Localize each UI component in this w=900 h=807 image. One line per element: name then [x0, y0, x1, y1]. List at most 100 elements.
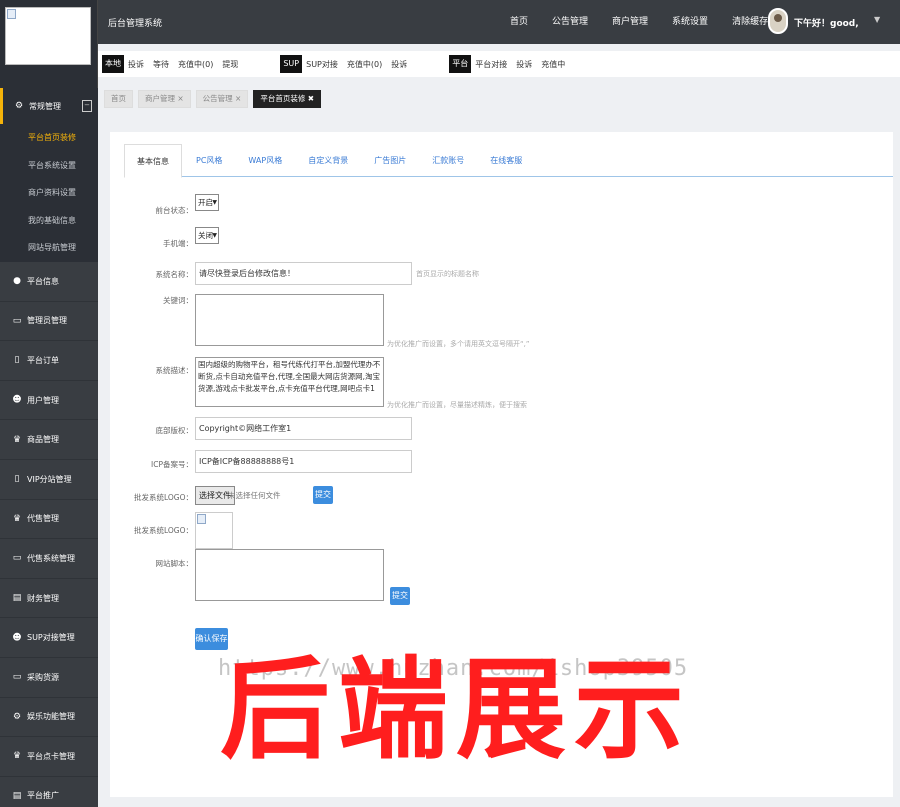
- sidebar-item-cards[interactable]: ♛ 平台点卡管理: [0, 737, 98, 777]
- top-bar: 后台管理系统 首页 公告管理 商户管理 系统设置 清除缓存 下午好！good, …: [98, 0, 900, 44]
- tab-remit-account[interactable]: 汇款账号: [420, 144, 476, 176]
- quick-link-platform-connect[interactable]: 平台对接: [475, 59, 507, 70]
- user-icon: ☻: [12, 395, 22, 406]
- cup-icon: ♛: [12, 434, 22, 445]
- logo-upload-button[interactable]: 提交: [313, 486, 333, 504]
- quick-link-sup-connect[interactable]: SUP对接: [306, 59, 338, 70]
- quick-link-platform-complaints[interactable]: 投诉: [516, 59, 532, 70]
- sidebar-item-sup[interactable]: ☻ SUP对接管理: [0, 618, 98, 658]
- copyright-label: 底部版权：: [155, 426, 194, 435]
- sidebar-item-entertainment[interactable]: ⚙ 娱乐功能管理: [0, 698, 98, 738]
- sidebar-item-products[interactable]: ♛ 商品管理: [0, 420, 98, 460]
- avatar[interactable]: [768, 8, 788, 34]
- status-label: 前台状态：: [155, 206, 194, 215]
- no-file-text: 未选择任何文件: [228, 491, 281, 500]
- sidebar-item-admins[interactable]: ▭ 管理员管理: [0, 302, 98, 342]
- gear-icon: ⚙: [14, 101, 24, 111]
- quick-link-withdraw[interactable]: 提现: [222, 59, 238, 70]
- top-nav: 首页 公告管理 商户管理 系统设置 清除缓存: [498, 0, 780, 44]
- submenu-my-info[interactable]: 我的基础信息: [0, 207, 98, 235]
- quick-link-platform-charging[interactable]: 充值中: [541, 59, 565, 70]
- mobile-label: 手机端：: [163, 239, 193, 248]
- nav-merchants[interactable]: 商户管理: [600, 0, 660, 44]
- sidebar-item-finance[interactable]: ▤ 财务管理: [0, 579, 98, 619]
- tab-custom-bg[interactable]: 自定义背景: [296, 144, 360, 176]
- promo-banner-text: 后端展示: [220, 646, 692, 774]
- sidebar-group-general[interactable]: ⚙ 常规管理 −: [0, 88, 98, 124]
- sidebar-item-vip-stations[interactable]: ▯ VIP分站管理: [0, 460, 98, 500]
- quick-links-bar: 本地 投诉 等待 充值中(0) 提现 SUP SUP对接 充值中(0) 投诉 平…: [98, 51, 900, 77]
- site-name-label: 系统名称：: [155, 270, 194, 279]
- script-submit-button[interactable]: 提交: [390, 587, 410, 605]
- logo-image: [5, 7, 91, 65]
- quick-link-sup-charging[interactable]: 充值中(0): [347, 59, 382, 70]
- wallet-icon: ▤: [12, 790, 22, 801]
- sidebar-item-label: 采购货源: [27, 672, 59, 682]
- quick-link-complaints[interactable]: 投诉: [128, 59, 144, 70]
- document-icon: ▯: [14, 474, 20, 485]
- sidebar-group-label: 常规管理: [29, 101, 61, 111]
- icp-label: ICP备案号：: [151, 460, 193, 469]
- crumb-announcements[interactable]: 公告管理 ×: [195, 90, 249, 108]
- keywords-textarea[interactable]: [195, 294, 384, 346]
- nav-settings[interactable]: 系统设置: [660, 0, 720, 44]
- keywords-hint: 为优化推广而设置，多个请用英文逗号隔开“,”: [387, 340, 530, 348]
- submenu-merchant-settings[interactable]: 商户资料设置: [0, 179, 98, 207]
- tab-online-service[interactable]: 在线客服: [478, 144, 534, 176]
- site-name-input[interactable]: 请尽快登录后台修改信息！: [195, 262, 412, 285]
- mobile-select[interactable]: 关闭: [195, 227, 219, 244]
- description-label: 系统描述：: [155, 366, 194, 375]
- description-textarea[interactable]: 国内超级的购物平台，租号代练代打平台,加盟代理办不断货,点卡自动充值平台,代理,…: [195, 357, 384, 407]
- logo-area: [0, 0, 98, 88]
- sidebar-item-platform-info[interactable]: ● 平台信息: [0, 262, 98, 302]
- sidebar-submenu: 平台首页装修 平台系统设置 商户资料设置 我的基础信息 网站导航管理: [0, 124, 98, 262]
- sidebar-item-orders[interactable]: ▯ 平台订单: [0, 341, 98, 381]
- site-name-hint: 首页显示的标题名称: [416, 270, 479, 278]
- submenu-home-decoration[interactable]: 平台首页装修: [0, 124, 98, 152]
- tab-basic[interactable]: 基本信息: [124, 144, 182, 178]
- sidebar-item-label: VIP分站管理: [27, 474, 72, 484]
- script-textarea[interactable]: [195, 549, 384, 601]
- sidebar-item-users[interactable]: ☻ 用户管理: [0, 381, 98, 421]
- crumb-current[interactable]: 平台首页装修 ✖: [253, 90, 322, 108]
- copyright-input[interactable]: Copyright©网络工作室1: [195, 417, 412, 440]
- sidebar: ⚙ 常规管理 − 平台首页装修 平台系统设置 商户资料设置 我的基础信息 网站导…: [0, 88, 98, 807]
- sidebar-item-label: 代售管理: [27, 514, 59, 524]
- nav-announcements[interactable]: 公告管理: [540, 0, 600, 44]
- collapse-icon[interactable]: −: [82, 100, 92, 112]
- wallet-icon: ▤: [12, 593, 22, 604]
- sidebar-item-label: 平台推广: [27, 791, 59, 801]
- monitor-icon: ▭: [12, 315, 22, 326]
- description-hint: 为优化推广而设置，尽量描述精炼，便于搜索: [387, 401, 527, 409]
- tab-pc-style[interactable]: PC风格: [184, 144, 234, 176]
- pin-icon: ●: [13, 276, 21, 287]
- crumb-merchants[interactable]: 商户管理 ×: [138, 90, 191, 108]
- monitor-icon: ▭: [12, 553, 22, 564]
- status-select[interactable]: 开启: [195, 194, 219, 211]
- chevron-down-icon[interactable]: ▼: [874, 15, 880, 24]
- keywords-label: 关键词：: [163, 296, 193, 305]
- sidebar-item-consignment[interactable]: ♛ 代售管理: [0, 500, 98, 540]
- cup-icon: ♛: [12, 513, 22, 524]
- user-greeting[interactable]: 下午好！good,: [794, 16, 859, 29]
- sidebar-item-consignment-system[interactable]: ▭ 代售系统管理: [0, 539, 98, 579]
- quick-link-waiting[interactable]: 等待: [153, 59, 169, 70]
- icp-input[interactable]: ICP备ICP备88888888号1: [195, 450, 412, 473]
- submenu-system-settings[interactable]: 平台系统设置: [0, 152, 98, 180]
- submenu-nav-management[interactable]: 网站导航管理: [0, 234, 98, 262]
- sidebar-item-promotion[interactable]: ▤ 平台推广: [0, 777, 98, 807]
- sidebar-item-label: 财务管理: [27, 593, 59, 603]
- logo-preview-label: 批发系统LOGO：: [133, 526, 193, 535]
- quick-tag-sup: SUP: [280, 55, 303, 73]
- user-icon: ☻: [12, 632, 22, 643]
- quick-tag-local: 本地: [102, 55, 124, 73]
- nav-home[interactable]: 首页: [498, 0, 540, 44]
- quick-link-charging[interactable]: 充值中(0): [178, 59, 213, 70]
- quick-link-sup-complaints[interactable]: 投诉: [391, 59, 407, 70]
- sidebar-item-label: 平台点卡管理: [27, 751, 75, 761]
- tab-wap-style[interactable]: WAP风格: [236, 144, 294, 176]
- crumb-home[interactable]: 首页: [104, 90, 133, 108]
- app-title: 后台管理系统: [108, 19, 163, 29]
- tab-ad-images[interactable]: 广告图片: [362, 144, 418, 176]
- sidebar-item-sourcing[interactable]: ▭ 采购货源: [0, 658, 98, 698]
